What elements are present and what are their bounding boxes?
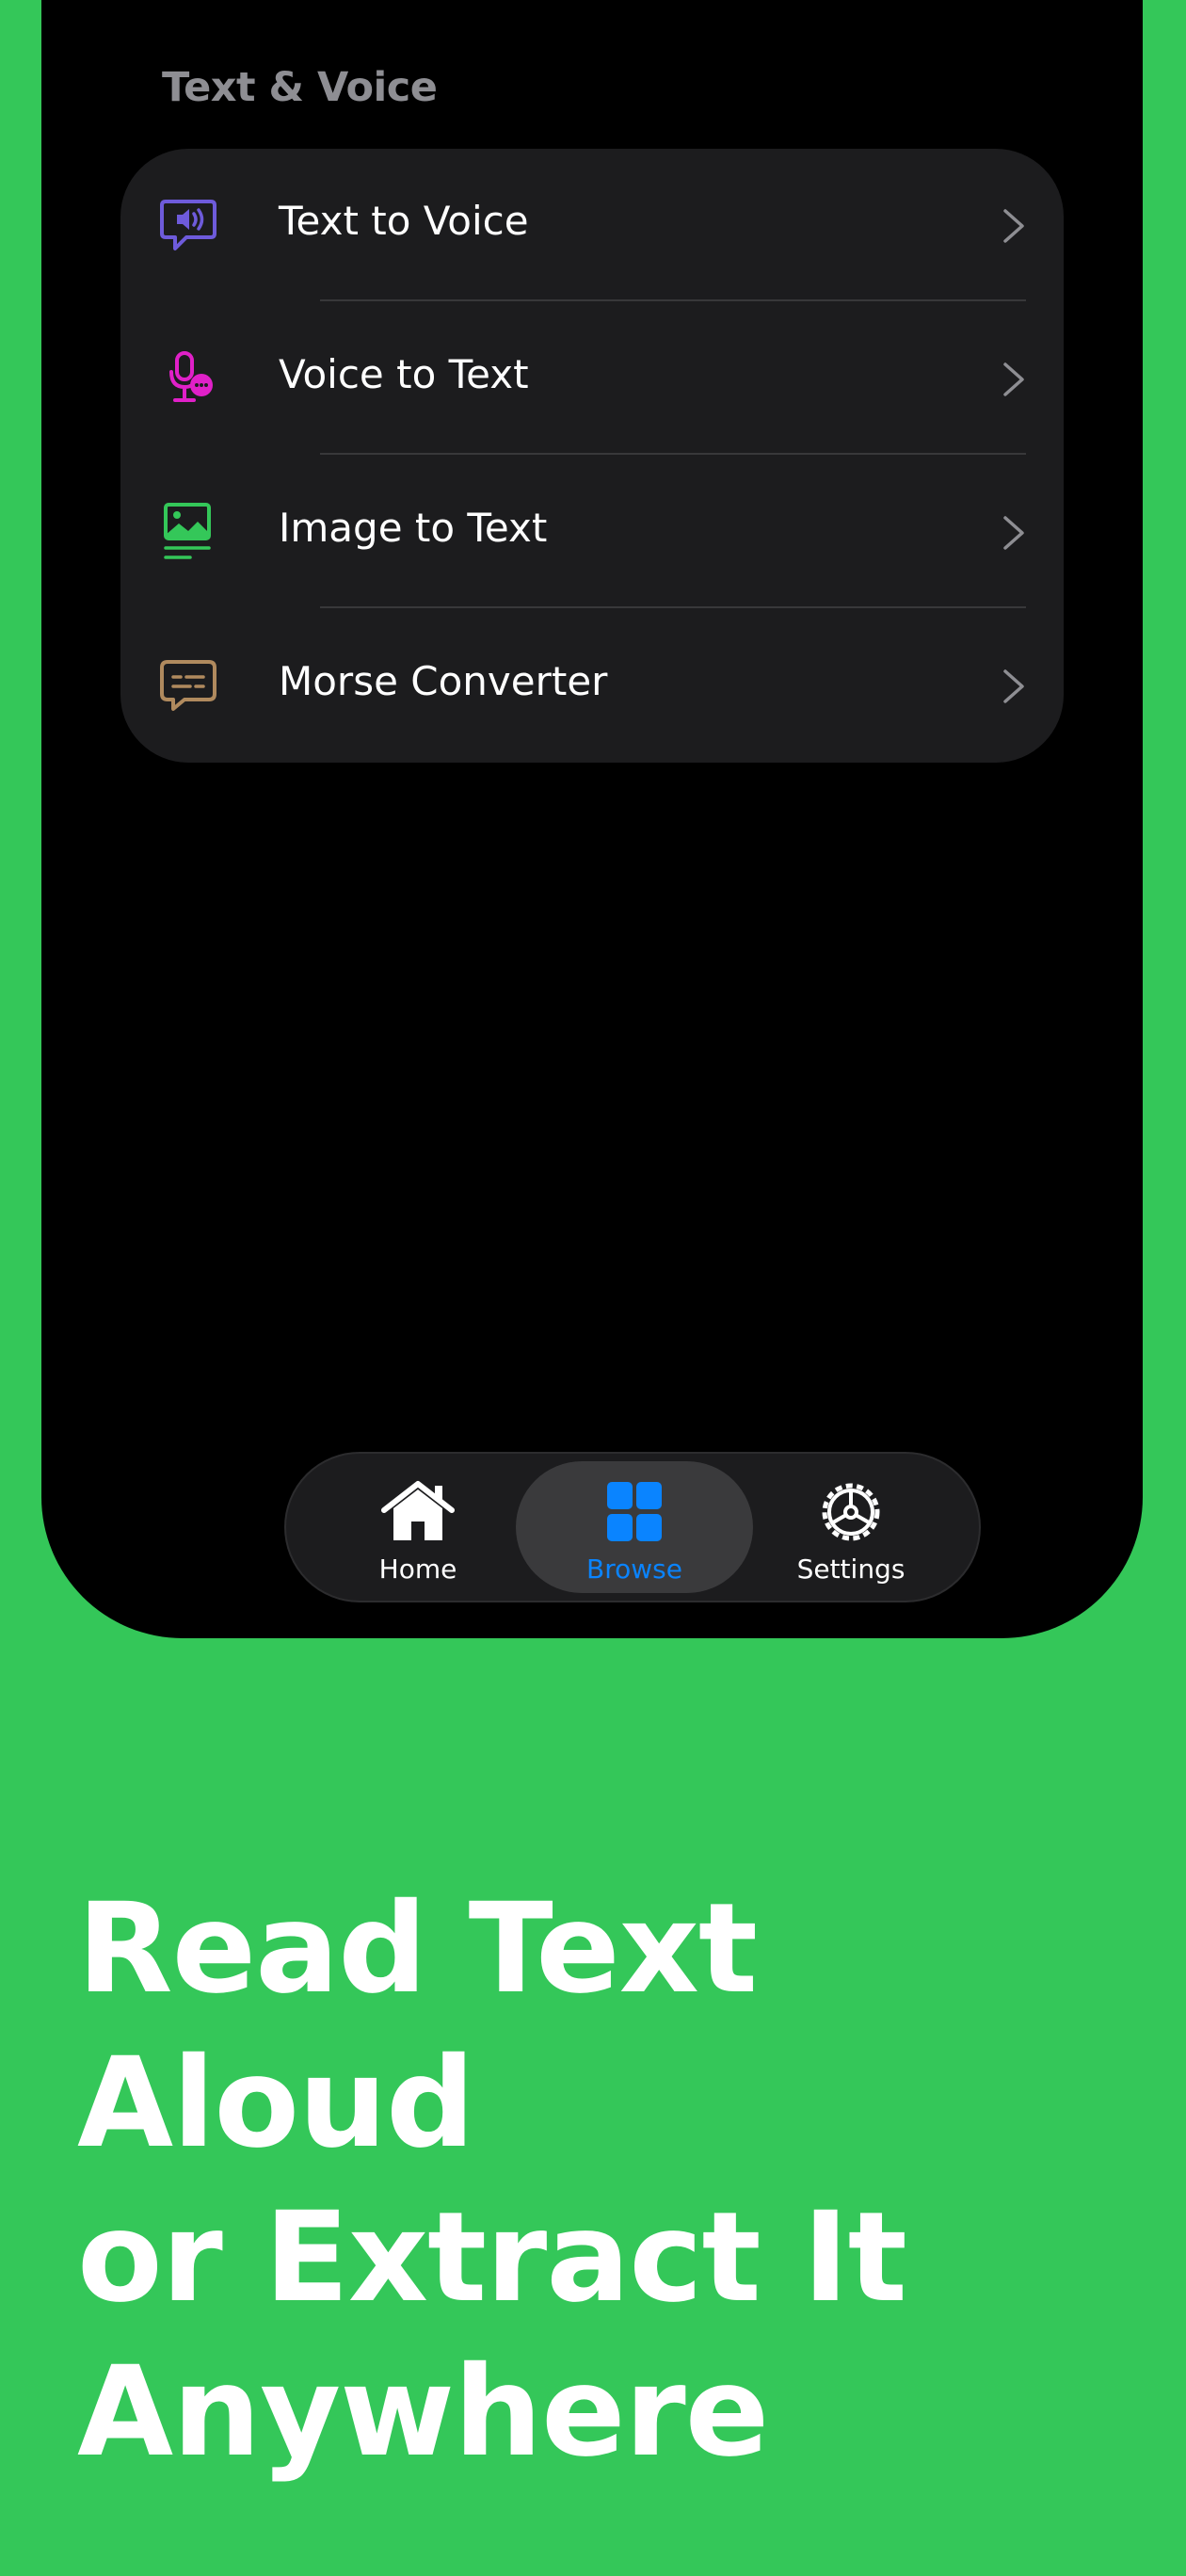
menu-item-text-to-voice[interactable]: Text to Voice xyxy=(120,149,1064,302)
promo-headline: Read Text Aloud or Extract It Anywhere xyxy=(77,1876,907,2485)
speech-bubble-speaker-icon xyxy=(158,196,218,256)
divider xyxy=(320,453,1026,455)
tab-bar: Home Browse Settings xyxy=(284,1452,981,1602)
menu-item-label: Image to Text xyxy=(279,505,548,551)
chevron-right-icon xyxy=(1002,668,1026,705)
menu-item-label: Morse Converter xyxy=(279,658,608,704)
divider xyxy=(320,606,1026,608)
tab-label: Home xyxy=(378,1554,457,1585)
house-icon xyxy=(380,1480,456,1544)
menu-item-image-to-text[interactable]: Image to Text xyxy=(120,456,1064,609)
menu-item-morse-converter[interactable]: Morse Converter xyxy=(120,609,1064,763)
menu-item-label: Text to Voice xyxy=(279,198,529,244)
menu-card: Text to Voice Voice to Text Image to Tex… xyxy=(120,149,1064,763)
menu-item-voice-to-text[interactable]: Voice to Text xyxy=(120,302,1064,456)
tab-label: Settings xyxy=(796,1554,906,1585)
divider xyxy=(320,299,1026,301)
tab-browse[interactable]: Browse xyxy=(516,1461,753,1593)
gear-icon xyxy=(813,1480,889,1544)
chevron-right-icon xyxy=(1002,514,1026,552)
tab-settings[interactable]: Settings xyxy=(732,1461,970,1593)
chevron-right-icon xyxy=(1002,207,1026,245)
microphone-bubble-icon xyxy=(158,349,218,410)
image-text-icon xyxy=(158,503,218,563)
menu-item-label: Voice to Text xyxy=(279,351,529,397)
tab-home[interactable]: Home xyxy=(299,1461,537,1593)
phone-screen: Text & Voice Text to Voice Voice to Text… xyxy=(41,0,1143,1638)
chevron-right-icon xyxy=(1002,361,1026,398)
section-title: Text & Voice xyxy=(162,64,438,111)
message-dashes-icon xyxy=(158,656,218,716)
grid-icon xyxy=(597,1480,672,1544)
tab-label: Browse xyxy=(586,1554,682,1585)
